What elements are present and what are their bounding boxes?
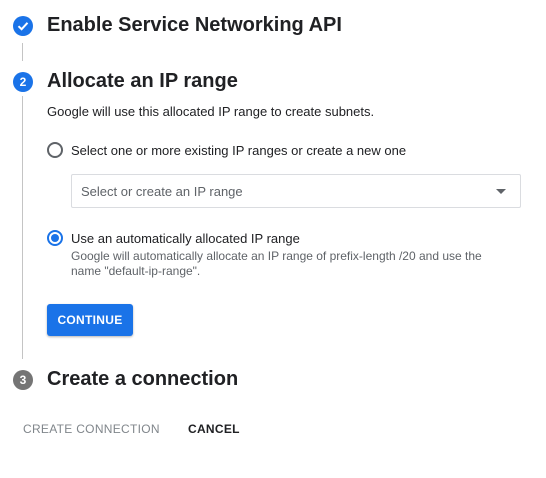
- auto-range-radio[interactable]: [47, 230, 63, 246]
- ip-range-select[interactable]: Select or create an IP range: [71, 174, 521, 208]
- auto-range-label[interactable]: Use an automatically allocated IP range: [71, 231, 300, 246]
- step-2-title: Allocate an IP range: [47, 70, 238, 92]
- existing-range-label[interactable]: Select one or more existing IP ranges or…: [71, 143, 406, 158]
- step-1-title: Enable Service Networking API: [47, 14, 342, 36]
- ip-allocation-stepper: Enable Service Networking API 2 Allocate…: [0, 0, 546, 478]
- cancel-button[interactable]: CANCEL: [188, 422, 240, 436]
- ip-range-select-placeholder: Select or create an IP range: [81, 184, 243, 199]
- auto-range-helper-text: Google will automatically allocate an IP…: [71, 249, 482, 278]
- create-connection-button[interactable]: CREATE CONNECTION: [23, 422, 160, 436]
- step-3-number-badge: 3: [13, 370, 33, 390]
- step-2-number-badge: 2: [13, 72, 33, 92]
- existing-range-radio[interactable]: [47, 142, 63, 158]
- step-connector-line: [22, 43, 23, 61]
- step-3-title: Create a connection: [47, 368, 239, 390]
- step-connector-line: [22, 96, 23, 359]
- dropdown-arrow-icon: [496, 189, 506, 194]
- continue-button[interactable]: CONTINUE: [47, 304, 133, 336]
- check-icon: [13, 16, 33, 36]
- step-description: Google will use this allocated IP range …: [47, 104, 375, 119]
